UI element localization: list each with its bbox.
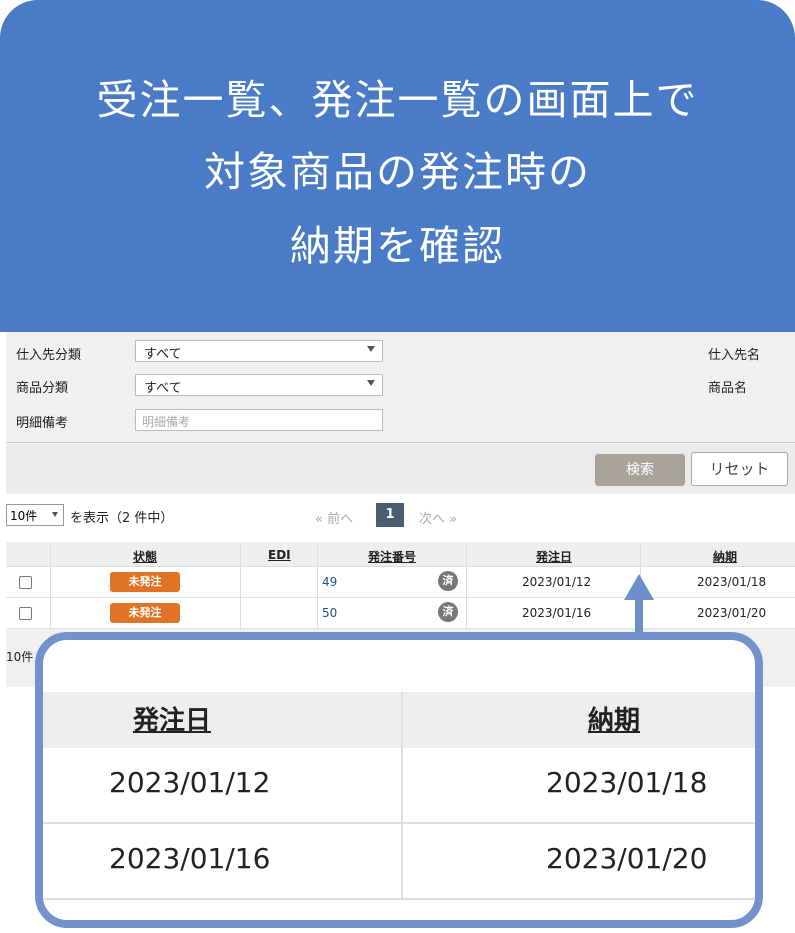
chevron-down-icon: [367, 346, 375, 352]
zoom-delivery-date: 2023/01/18: [546, 766, 708, 799]
column-divider: [317, 544, 318, 630]
search-button[interactable]: 検索: [595, 454, 685, 486]
delivery-date: 2023/01/20: [697, 606, 767, 620]
row-checkbox[interactable]: [19, 607, 32, 620]
header-status[interactable]: 状態: [133, 548, 157, 565]
per-page-select[interactable]: 10件: [6, 504, 64, 526]
column-divider: [240, 544, 241, 630]
status-badge: 未発注: [110, 572, 180, 592]
zoom-order-date: 2023/01/16: [109, 842, 271, 875]
header-delivery-date[interactable]: 納期: [713, 548, 737, 565]
pager-bar: 10件 を表示（2 件中） « 前へ 1 次へ »: [6, 494, 795, 542]
supplier-category-select[interactable]: すべて: [135, 340, 383, 362]
zoom-row: 2023/01/12 2023/01/18: [43, 748, 755, 824]
result-count-text: を表示（2 件中）: [70, 511, 174, 526]
delivery-date: 2023/01/18: [697, 575, 767, 589]
next-page-link[interactable]: 次へ »: [419, 508, 457, 527]
detail-note-label: 明細備考: [16, 416, 69, 431]
up-arrow-icon: [624, 574, 654, 600]
title-banner: 受注一覧、発注一覧の画面上で 対象商品の発注時の 納期を確認: [0, 0, 795, 332]
product-category-value: すべて: [144, 381, 182, 396]
row-checkbox[interactable]: [19, 576, 32, 589]
done-badge: 済: [438, 571, 458, 591]
chevron-down-icon: [52, 512, 58, 517]
order-date: 2023/01/16: [522, 606, 592, 620]
zoom-header-order-date: 発注日: [133, 706, 212, 736]
button-row: 検索 リセット: [6, 444, 795, 492]
detail-note-input[interactable]: 明細備考: [135, 409, 383, 431]
order-number-link[interactable]: 50: [322, 606, 337, 620]
header-order-no[interactable]: 発注番号: [368, 548, 416, 565]
supplier-category-value: すべて: [144, 347, 182, 362]
per-page-value: 10件: [10, 509, 38, 523]
column-divider: [50, 544, 51, 630]
order-number-link[interactable]: 49: [322, 575, 337, 589]
banner-line-1: 受注一覧、発注一覧の画面上で: [96, 76, 699, 124]
product-category-select[interactable]: すべて: [135, 374, 383, 396]
supplier-category-label: 仕入先分類: [16, 348, 82, 363]
reset-button[interactable]: リセット: [691, 452, 788, 486]
zoom-delivery-date: 2023/01/20: [546, 842, 708, 875]
order-date: 2023/01/12: [522, 575, 592, 589]
current-page-button[interactable]: 1: [376, 503, 404, 527]
chevron-down-icon: [367, 380, 375, 386]
banner-line-3: 納期を確認: [290, 222, 505, 270]
zoom-column-divider: [401, 692, 403, 900]
zoom-header-delivery-date: 納期: [588, 706, 641, 736]
footer-per-page[interactable]: 10件: [6, 648, 33, 665]
table-row: 未発注 49 済 2023/01/12 2023/01/18: [6, 567, 795, 598]
header-order-date[interactable]: 発注日: [536, 548, 572, 565]
product-category-label: 商品分類: [16, 381, 69, 396]
done-badge: 済: [438, 602, 458, 622]
status-badge: 未発注: [110, 603, 180, 623]
column-divider: [466, 544, 467, 630]
table-header: 状態 EDI 発注番号 発注日 納期: [6, 544, 795, 567]
banner-line-2: 対象商品の発注時の: [204, 148, 591, 196]
supplier-name-label: 仕入先名: [708, 348, 761, 363]
product-name-label: 商品名: [708, 381, 748, 396]
zoom-order-date: 2023/01/12: [109, 766, 271, 799]
prev-page-link[interactable]: « 前へ: [315, 508, 353, 527]
zoom-callout: 発注日 納期 2023/01/12 2023/01/18 2023/01/16 …: [35, 632, 763, 928]
zoom-table-header: 発注日 納期: [43, 692, 755, 748]
filter-section: 仕入先分類 すべて 仕入先名 商品分類 すべて 商品名 明細備考 明細備考: [6, 332, 795, 443]
zoom-row: 2023/01/16 2023/01/20: [43, 824, 755, 900]
detail-note-placeholder: 明細備考: [142, 415, 191, 429]
table-row: 未発注 50 済 2023/01/16 2023/01/20: [6, 598, 795, 629]
header-edi[interactable]: EDI: [268, 548, 291, 562]
